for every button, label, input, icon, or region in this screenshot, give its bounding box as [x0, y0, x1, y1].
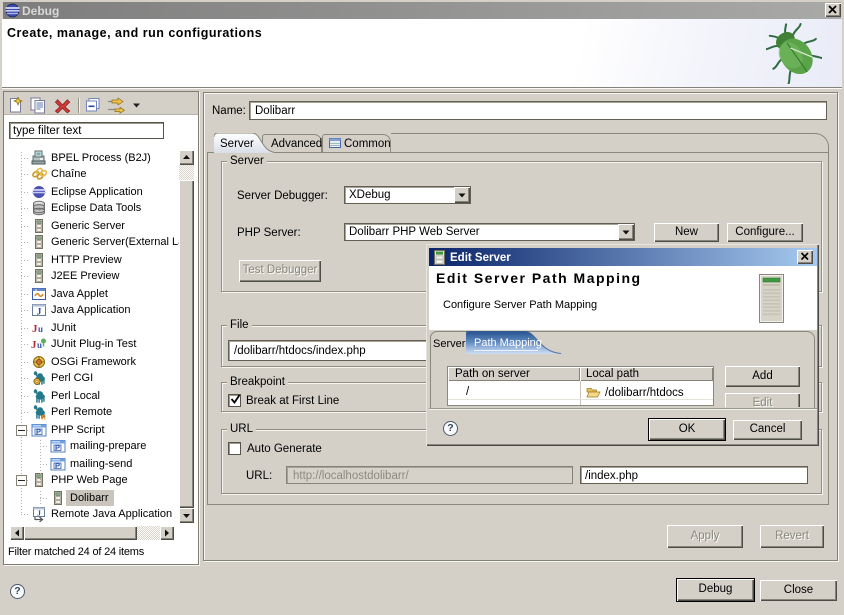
svg-text:P: P: [55, 443, 60, 452]
svg-text:u: u: [38, 324, 43, 334]
svg-text:J: J: [37, 509, 41, 518]
svg-text:J: J: [37, 308, 42, 318]
svg-text:P: P: [36, 427, 41, 436]
svg-text:P: P: [55, 461, 60, 470]
svg-text:R: R: [42, 416, 47, 421]
